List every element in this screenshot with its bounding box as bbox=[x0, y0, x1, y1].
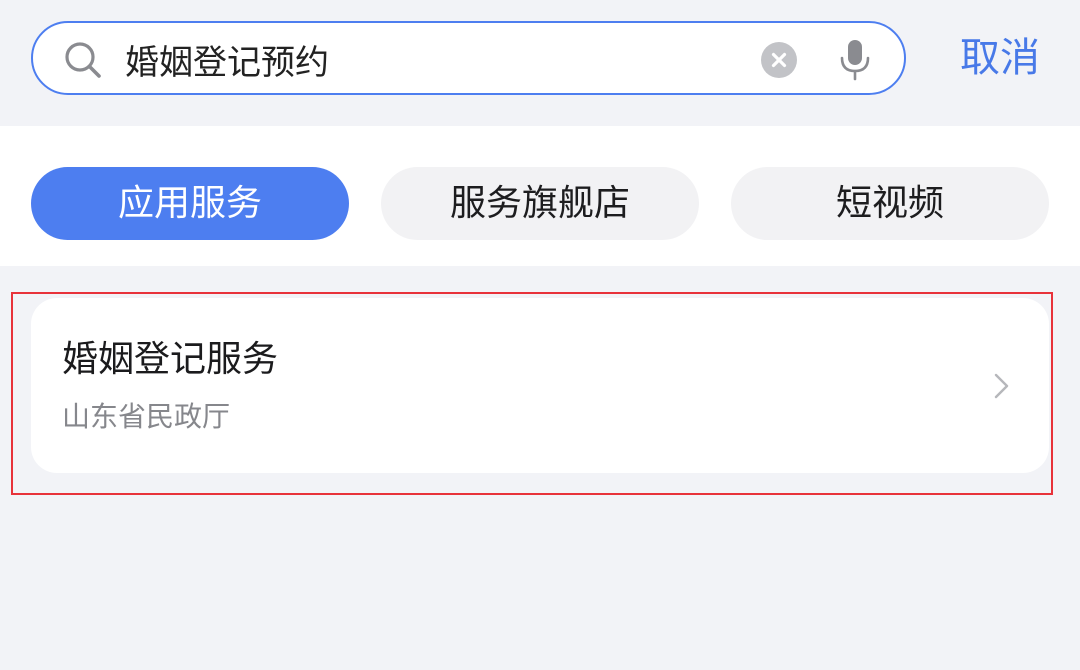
search-box[interactable] bbox=[31, 21, 906, 95]
clear-icon[interactable] bbox=[761, 42, 797, 78]
microphone-icon[interactable] bbox=[837, 39, 873, 81]
search-input[interactable] bbox=[125, 35, 725, 83]
cancel-button[interactable]: 取消 bbox=[940, 30, 1060, 86]
search-header: 取消 bbox=[0, 0, 1080, 126]
tab-bar: 应用服务 服务旗舰店 短视频 bbox=[0, 126, 1080, 266]
search-icon bbox=[65, 42, 101, 78]
highlight-box bbox=[11, 292, 1053, 495]
tab-short-videos[interactable]: 短视频 bbox=[731, 167, 1049, 240]
tab-flagship-stores[interactable]: 服务旗舰店 bbox=[381, 167, 699, 240]
tab-app-services[interactable]: 应用服务 bbox=[31, 167, 349, 240]
